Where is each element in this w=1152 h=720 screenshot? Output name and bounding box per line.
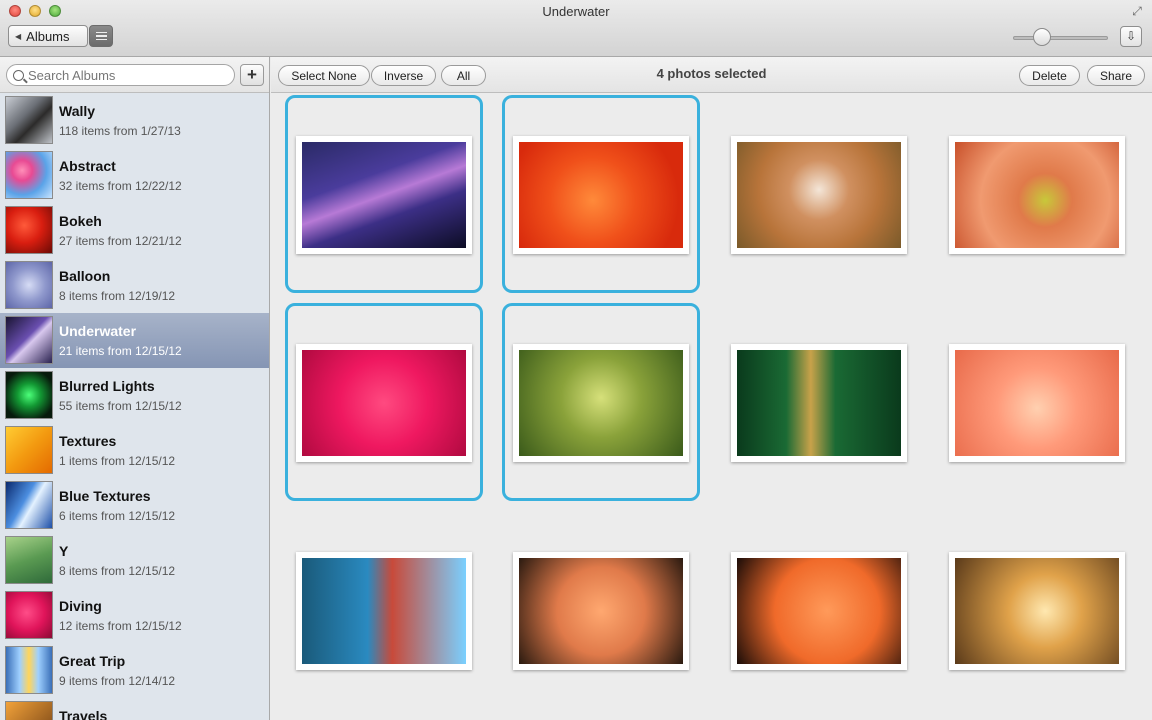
sidebar-header: Search Albums + xyxy=(0,57,269,93)
album-name: Y xyxy=(59,543,69,559)
album-thumbnail xyxy=(5,481,53,529)
album-name: Wally xyxy=(59,103,96,119)
slider-knob[interactable] xyxy=(1032,28,1051,46)
selection-bar: 4 photos selected Select None Inverse Al… xyxy=(271,57,1152,93)
fullscreen-icon[interactable]: ⤢ xyxy=(1130,4,1144,18)
photo-thumbnail[interactable] xyxy=(513,552,689,670)
toolbar: Underwater ⤢ ◀ Albums ⇩ xyxy=(0,0,1152,57)
photo-thumbnail[interactable] xyxy=(949,344,1125,462)
photo-image xyxy=(519,142,683,248)
select-all-button[interactable]: All xyxy=(441,65,486,86)
album-meta: 118 items from 1/27/13 xyxy=(59,124,181,138)
photo-image xyxy=(737,350,901,456)
album-meta: 1 items from 12/15/12 xyxy=(59,454,176,468)
photo-image xyxy=(955,142,1119,248)
photo-thumbnail[interactable] xyxy=(731,344,907,462)
photo-thumbnail[interactable] xyxy=(296,344,472,462)
album-item[interactable]: Great Trip 9 items from 12/14/12 xyxy=(0,643,269,698)
thumbnail-size-slider[interactable] xyxy=(1013,36,1108,40)
album-thumbnail xyxy=(5,96,53,144)
add-album-button[interactable]: + xyxy=(240,64,264,86)
album-name: Diving xyxy=(59,598,102,614)
album-item[interactable]: Bokeh 27 items from 12/21/12 xyxy=(0,203,269,258)
album-item[interactable]: Blue Textures 6 items from 12/15/12 xyxy=(0,478,269,533)
photo-thumbnail[interactable] xyxy=(513,136,689,254)
photo-thumbnail[interactable] xyxy=(731,136,907,254)
album-item[interactable]: Abstract 32 items from 12/22/12 xyxy=(0,148,269,203)
album-item[interactable]: Textures 1 items from 12/15/12 xyxy=(0,423,269,478)
search-placeholder: Search Albums xyxy=(28,67,116,83)
album-item[interactable]: Y 8 items from 12/15/12 xyxy=(0,533,269,588)
photo-image xyxy=(302,142,466,248)
select-none-button[interactable]: Select None xyxy=(278,65,370,86)
album-meta: 8 items from 12/19/12 xyxy=(59,289,176,303)
window-title: Underwater xyxy=(542,4,610,19)
photo-image xyxy=(302,350,466,456)
album-thumbnail xyxy=(5,151,53,199)
album-name: Bokeh xyxy=(59,213,102,229)
photo-image xyxy=(302,558,466,664)
sort-button[interactable]: ⇩ xyxy=(1120,26,1142,47)
album-meta: 21 items from 12/15/12 xyxy=(59,344,182,358)
album-name: Great Trip xyxy=(59,653,126,669)
share-button[interactable]: Share xyxy=(1087,65,1145,86)
list-view-button[interactable] xyxy=(89,25,113,47)
albums-back-label: Albums xyxy=(26,28,70,44)
album-thumbnail xyxy=(5,206,53,254)
album-name: Blurred Lights xyxy=(59,378,155,394)
album-item[interactable]: Balloon 8 items from 12/19/12 xyxy=(0,258,269,313)
album-name: Underwater xyxy=(59,323,137,339)
photo-thumbnail[interactable] xyxy=(731,552,907,670)
album-meta: 6 items from 12/15/12 xyxy=(59,509,176,523)
search-albums-input[interactable]: Search Albums xyxy=(6,64,235,86)
photo-thumbnail[interactable] xyxy=(949,136,1125,254)
album-thumbnail xyxy=(5,701,53,720)
album-meta: 8 items from 12/15/12 xyxy=(59,564,176,578)
album-name: Abstract xyxy=(59,158,116,174)
album-item[interactable]: Wally 118 items from 1/27/13 xyxy=(0,93,269,148)
album-item[interactable]: Diving 12 items from 12/15/12 xyxy=(0,588,269,643)
album-name: Textures xyxy=(59,433,117,449)
album-name: Balloon xyxy=(59,268,111,284)
album-meta: 27 items from 12/21/12 xyxy=(59,234,182,248)
photo-thumbnail[interactable] xyxy=(296,552,472,670)
inverse-button[interactable]: Inverse xyxy=(371,65,436,86)
search-icon xyxy=(13,69,24,81)
delete-button[interactable]: Delete xyxy=(1019,65,1080,86)
album-meta: 55 items from 12/15/12 xyxy=(59,399,182,413)
photo-image xyxy=(737,558,901,664)
album-item[interactable]: Travels xyxy=(0,698,269,720)
album-thumbnail xyxy=(5,261,53,309)
albums-back-button[interactable]: ◀ Albums xyxy=(8,25,88,47)
photo-image xyxy=(955,558,1119,664)
photo-thumbnail[interactable] xyxy=(949,552,1125,670)
photo-thumbnail[interactable] xyxy=(513,344,689,462)
list-icon-line xyxy=(95,35,107,37)
album-thumbnail xyxy=(5,591,53,639)
back-arrow-icon: ◀ xyxy=(15,31,22,41)
album-meta: 32 items from 12/22/12 xyxy=(59,179,182,193)
album-meta: 9 items from 12/14/12 xyxy=(59,674,176,688)
list-icon-line xyxy=(95,38,107,41)
album-meta: 12 items from 12/15/12 xyxy=(59,619,182,633)
photo-image xyxy=(737,142,901,248)
album-thumbnail xyxy=(5,426,53,474)
sidebar: Search Albums + Wally 118 items from 1/27… xyxy=(0,57,270,720)
list-icon-line xyxy=(95,31,107,34)
photo-image xyxy=(955,350,1119,456)
album-list: Wally 118 items from 1/27/13 Abstract 32 i… xyxy=(0,93,269,720)
photo-image xyxy=(519,350,683,456)
album-item[interactable]: Underwater 21 items from 12/15/12 xyxy=(0,313,269,368)
photo-image xyxy=(519,558,683,664)
album-thumbnail xyxy=(5,646,53,694)
album-name: Blue Textures xyxy=(59,488,151,504)
album-thumbnail xyxy=(5,536,53,584)
photo-thumbnail[interactable] xyxy=(296,136,472,254)
album-thumbnail xyxy=(5,371,53,419)
album-name: Travels xyxy=(59,708,108,720)
album-thumbnail xyxy=(5,316,53,364)
album-item[interactable]: Blurred Lights 55 items from 12/15/12 xyxy=(0,368,269,423)
